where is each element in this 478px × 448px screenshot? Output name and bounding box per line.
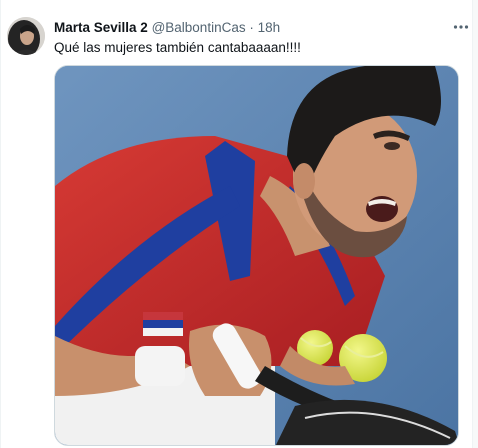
tweet-text: Qué las mujeres también cantabaaaan!!!! — [54, 40, 301, 55]
author-name[interactable]: Marta Sevilla 2 — [54, 20, 148, 35]
more-horizontal-icon — [453, 25, 469, 29]
tweet-timestamp[interactable]: 18h — [258, 20, 281, 35]
tweet-photo[interactable] — [54, 65, 459, 446]
avatar-image — [7, 17, 45, 55]
tweet-header: Marta Sevilla 2 @BalbontinCas · 18h — [54, 19, 280, 36]
author-handle[interactable]: @BalbontinCas — [152, 20, 246, 35]
page-scrollbar[interactable] — [473, 0, 478, 448]
author-avatar[interactable] — [7, 17, 45, 55]
more-options-button[interactable] — [452, 18, 470, 36]
tennis-player-photo — [55, 66, 458, 445]
header-separator: · — [249, 20, 254, 35]
tweet-card[interactable]: Marta Sevilla 2 @BalbontinCas · 18h Qué … — [0, 0, 472, 448]
